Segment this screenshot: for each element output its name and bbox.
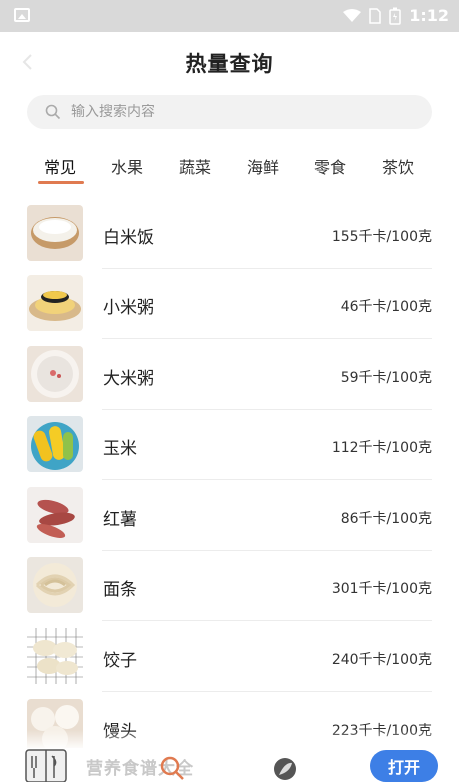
sweet-potato-image (27, 487, 83, 543)
tab-vegetables[interactable]: 蔬菜 (179, 154, 211, 178)
divider (102, 620, 432, 621)
list-item[interactable]: 小米粥 46千卡/100克 (0, 269, 459, 339)
list-item[interactable]: 大米粥 59千卡/100克 (0, 340, 459, 410)
search-icon (45, 104, 61, 120)
sim-icon (369, 7, 381, 24)
status-bar: 1:12 (0, 0, 459, 32)
recipe-book-icon[interactable] (24, 748, 68, 782)
food-name: 白米饭 (103, 228, 154, 248)
wifi-icon (343, 8, 362, 22)
list-item[interactable]: 红薯 86千卡/100克 (0, 481, 459, 551)
food-calories: 46千卡/100克 (340, 299, 432, 315)
tab-common[interactable]: 常见 (44, 154, 76, 178)
open-button[interactable]: 打开 (370, 750, 438, 782)
food-calories: 112千卡/100克 (331, 440, 432, 456)
category-tabs: 常见 水果 蔬菜 海鲜 零食 茶饮 (0, 150, 459, 190)
food-calories: 155千卡/100克 (331, 229, 432, 245)
tab-snacks[interactable]: 零食 (314, 154, 346, 178)
food-calories: 59千卡/100克 (340, 370, 432, 386)
search-input[interactable] (71, 104, 371, 120)
food-name: 红薯 (103, 510, 137, 530)
food-name: 饺子 (103, 651, 137, 671)
food-name: 面条 (103, 580, 137, 600)
list-item[interactable]: 面条 301千卡/100克 (0, 551, 459, 621)
bottom-bar: 营养食谱大全 打开 (0, 730, 459, 784)
list-item[interactable]: 白米饭 155千卡/100克 (0, 199, 459, 269)
tab-seafood[interactable]: 海鲜 (247, 154, 279, 178)
bottom-fade (0, 730, 459, 748)
battery-icon (389, 7, 401, 25)
food-name: 大米粥 (103, 369, 154, 389)
divider (102, 479, 432, 480)
rice-porridge-image (27, 346, 83, 402)
dumplings-image (27, 628, 83, 684)
page-title: 热量查询 (185, 52, 274, 76)
rice-bowl-image (27, 205, 83, 261)
tab-tea-drinks[interactable]: 茶饮 (382, 154, 414, 178)
tab-fruit[interactable]: 水果 (111, 154, 143, 178)
list-item[interactable]: 玉米 112千卡/100克 (0, 410, 459, 480)
divider (102, 691, 432, 692)
food-name: 小米粥 (103, 298, 154, 318)
active-tab-indicator (38, 181, 84, 184)
millet-porridge-image (27, 275, 83, 331)
leaf-icon[interactable] (272, 756, 298, 782)
status-time: 1:12 (409, 6, 449, 25)
gallery-notification-icon (14, 8, 30, 22)
food-calories: 86千卡/100克 (340, 511, 432, 527)
food-name: 玉米 (103, 439, 137, 459)
food-calories: 240千卡/100克 (331, 652, 432, 668)
noodles-image (27, 557, 83, 613)
corn-image (27, 416, 83, 472)
divider (102, 338, 432, 339)
list-item[interactable]: 饺子 240千卡/100克 (0, 622, 459, 692)
search-bar[interactable] (27, 95, 432, 129)
header: 热量查询 (0, 32, 459, 92)
food-calories: 301千卡/100克 (331, 581, 432, 597)
search-food-icon[interactable] (158, 754, 186, 782)
